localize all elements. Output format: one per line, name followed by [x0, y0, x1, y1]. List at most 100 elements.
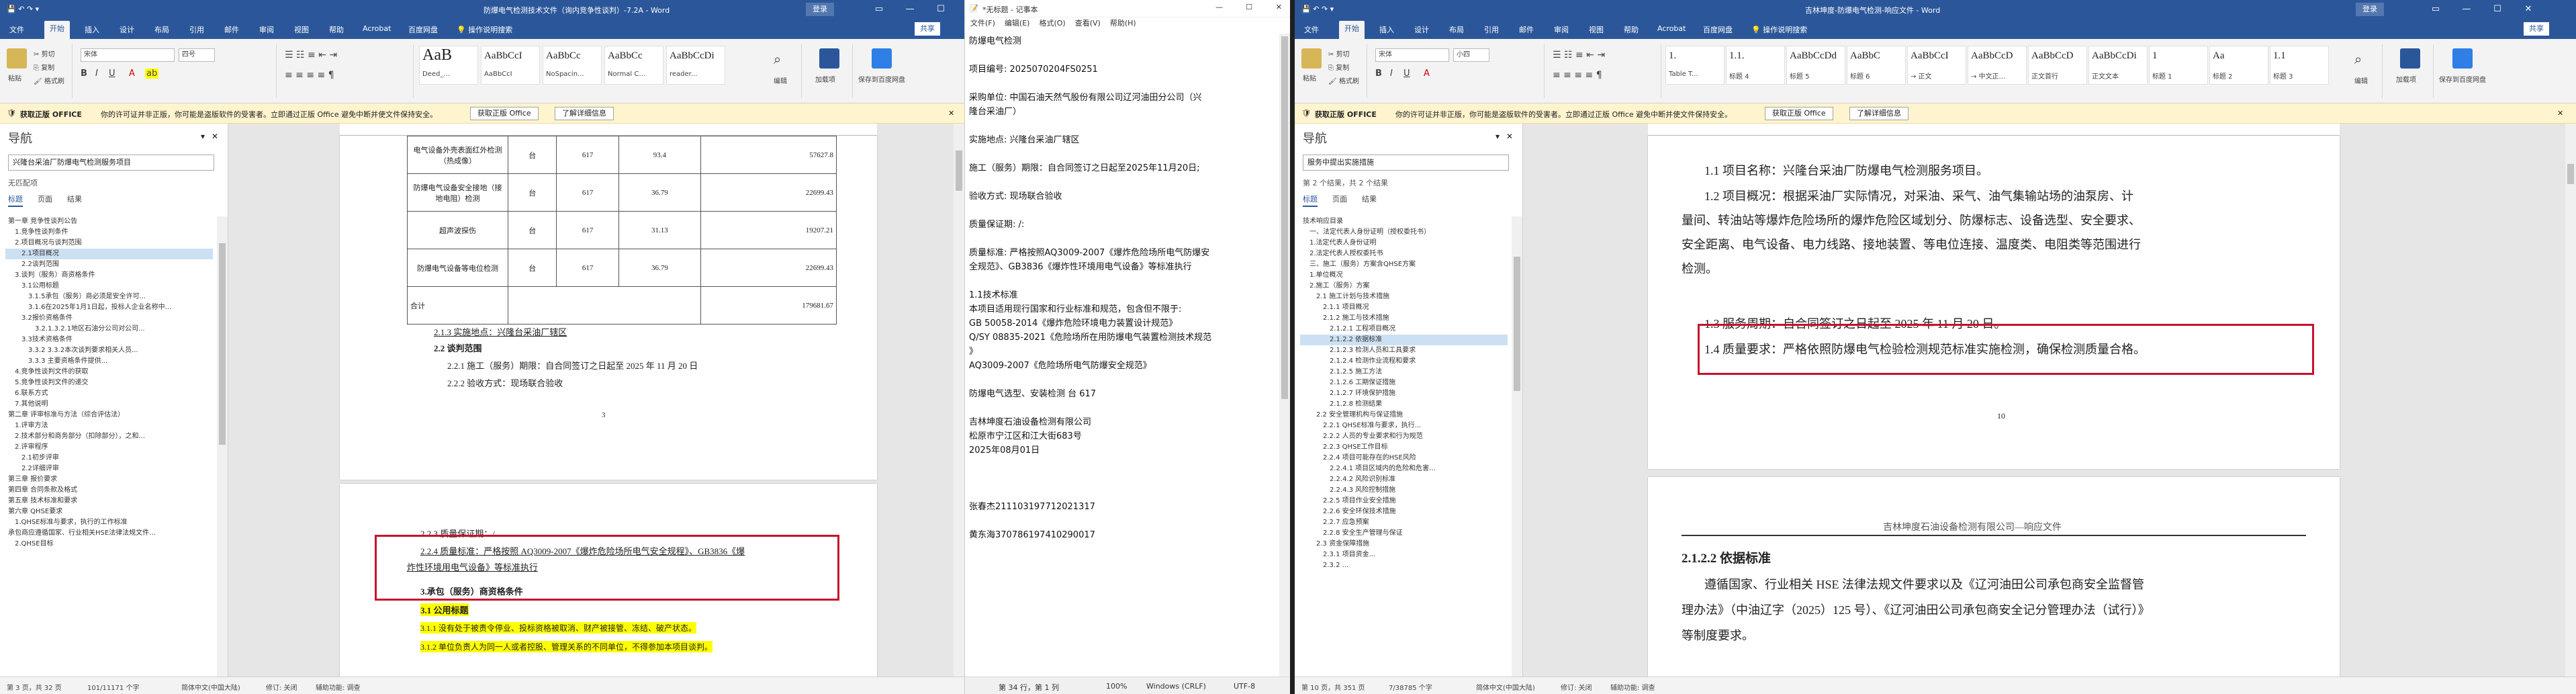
learn-more-button[interactable]: 了解详细信息 — [555, 107, 614, 120]
notepad-text-area[interactable]: 防爆电气检测 项目编号: 2025070204FS0251 采购单位: 中国石油天然… — [969, 34, 1277, 675]
get-office-button[interactable]: 获取正版 Office — [470, 107, 539, 120]
style-5[interactable]: AaBbCcDi reader... — [666, 46, 725, 85]
cloud-icon[interactable] — [872, 48, 892, 69]
signin-button[interactable]: 登录 — [806, 3, 834, 16]
nav-outline-item[interactable]: 2.1.2.7 环境保护措施 — [1300, 388, 1508, 399]
nav-outline-item[interactable]: 1.法定代表人身份证明 — [1300, 238, 1508, 249]
nav-outline-item[interactable]: 5.竞争性谈判文件的递交 — [5, 378, 213, 388]
style-3[interactable]: AaBbCc NoSpacin... — [543, 46, 602, 85]
nav-outline-item[interactable]: 3.2报价资格条件 — [5, 313, 213, 324]
doc-scrollbar[interactable] — [954, 124, 964, 677]
nav-outline-item[interactable]: 2.2.5 项目作业安全措施 — [1300, 496, 1508, 507]
nav-outline-item[interactable]: 3.2.1.3.2.1地区石油分公司对公司... — [5, 324, 213, 335]
status-lang[interactable]: 简体中文(中国大陆) — [1476, 682, 1535, 692]
nav-outline-item[interactable]: 2.1 施工计划与技术措施 — [1300, 292, 1508, 302]
status-track[interactable]: 修订: 关闭 — [266, 682, 297, 692]
font-size-select[interactable]: 小四 — [1453, 48, 1489, 62]
nav-outline-item[interactable]: 2.2.4.2 风险识别标准 — [1300, 474, 1508, 485]
style-2[interactable]: AaBbCcI AaBbCcI — [481, 46, 540, 85]
tab-layout[interactable]: 布局 — [154, 24, 169, 35]
status-words[interactable]: 7/38785 个字 — [1389, 682, 1432, 692]
tab-help[interactable]: 帮助 — [329, 24, 344, 35]
nav-tab-results[interactable]: 结果 — [67, 195, 82, 204]
tab-file[interactable]: 文件 — [1304, 24, 1319, 35]
nav-outline-item[interactable]: 承包商应遵循国家、行业相关HSE法律法规文件... — [5, 528, 213, 539]
nav-outline-item[interactable]: 2.3.1 项目资金... — [1300, 550, 1508, 560]
tab-view[interactable]: 视图 — [1589, 24, 1604, 35]
np-menu-view[interactable]: 查看(V) — [1075, 19, 1101, 28]
nav-tab-headings[interactable]: 标题 — [8, 195, 23, 207]
font-name-select[interactable]: 宋体 — [1375, 48, 1449, 62]
style-7[interactable]: AaBbCcD 正文首行 — [2028, 46, 2087, 85]
nav-outline-item[interactable]: 2.1.2.8 检测结果 — [1300, 399, 1508, 410]
style-5[interactable]: AaBbCcI → 正文 — [1907, 46, 1966, 85]
find-icon[interactable]: ⌕ — [2354, 51, 2362, 67]
tab-view[interactable]: 视图 — [294, 24, 309, 35]
font-color-icon[interactable]: A — [129, 69, 135, 79]
doc-scroll-thumb[interactable] — [956, 150, 962, 191]
nav-outline-item[interactable]: 2.2.7 应急预案 — [1300, 517, 1508, 528]
style-11[interactable]: 1.1 标题 3 — [2270, 46, 2329, 85]
np-menu-format[interactable]: 格式(O) — [1039, 19, 1065, 28]
nav-outline-item[interactable]: 2.2.1 QHSE标准与要求，执行... — [1300, 421, 1508, 431]
status-words[interactable]: 101/11171 个字 — [87, 682, 139, 692]
tab-acrobat[interactable]: Acrobat — [1657, 24, 1686, 33]
nav-outline-item[interactable]: 2.2.6 安全环保技术措施 — [1300, 507, 1508, 517]
nav-outline-item[interactable]: 2.1.2.2 依据标准 — [1300, 335, 1508, 345]
nav-outline-item[interactable]: 第五章 技术标准和要求 — [5, 496, 213, 507]
notepad-maximize[interactable]: ☐ — [1246, 3, 1252, 11]
cut-button[interactable]: ✂ 剪切 — [1328, 48, 1350, 58]
nav-tab-pages[interactable]: 页面 — [1332, 195, 1347, 204]
nav-outline-item[interactable]: 2.2.2 人员的专业要求和行为规范 — [1300, 431, 1508, 442]
nav-outline-item[interactable]: 2.项目概况与谈判范围 — [5, 238, 213, 249]
cut-button[interactable]: ✂ 剪切 — [34, 48, 55, 58]
nav-close-icon[interactable]: ✕ — [1506, 132, 1513, 141]
status-page[interactable]: 第 10 页，共 351 页 — [1301, 682, 1365, 692]
nav-outline-item[interactable]: 6.联系方式 — [5, 388, 213, 399]
tab-mailings[interactable]: 邮件 — [1519, 24, 1534, 35]
minimize-button[interactable]: — — [2451, 0, 2482, 19]
doc-scrollbar[interactable] — [2565, 124, 2576, 677]
tab-mailings[interactable]: 邮件 — [224, 24, 239, 35]
nav-outline-item[interactable]: 第六章 QHSE要求 — [5, 507, 213, 517]
nav-outline-item[interactable]: 2.评审程序 — [5, 442, 213, 453]
learn-more-button[interactable]: 了解详细信息 — [1849, 107, 1908, 120]
cloud-icon[interactable] — [2452, 48, 2473, 69]
horizontal-ruler[interactable] — [1648, 124, 2340, 136]
notepad-scrollbar[interactable] — [1279, 34, 1290, 677]
nav-outline-item[interactable]: 2.1.2.6 工期保证措施 — [1300, 378, 1508, 388]
style-1[interactable]: AaB Deed_... — [419, 46, 478, 85]
font-size-select[interactable]: 四号 — [179, 48, 215, 62]
style-9[interactable]: 1 标题 1 — [2149, 46, 2208, 85]
format-painter-button[interactable]: 🖌 格式刷 — [1328, 75, 1359, 85]
nav-outline-item[interactable]: 2.1项目概况 — [5, 249, 213, 259]
nav-scroll-thumb[interactable] — [1514, 257, 1520, 391]
italic-icon[interactable]: I — [1390, 69, 1393, 79]
nav-scrollbar[interactable] — [217, 216, 228, 677]
nav-outline-item[interactable]: 技术响应目录 — [1300, 216, 1508, 227]
style-1[interactable]: 1. Table T... — [1665, 46, 1724, 85]
nav-outline-item[interactable]: 2.QHSE目标 — [5, 539, 213, 550]
style-3[interactable]: AaBbCcDd 标题 5 — [1786, 46, 1845, 85]
nav-outline-item[interactable]: 一、法定代表人身份证明（授权委托书） — [1300, 227, 1508, 238]
np-menu-edit[interactable]: 编辑(E) — [1005, 19, 1030, 28]
nav-scrollbar[interactable] — [1512, 216, 1522, 677]
nav-outline-item[interactable]: 2.2.3 QHSE工作目标 — [1300, 442, 1508, 453]
style-2[interactable]: 1.1. 标题 4 — [1726, 46, 1785, 85]
tab-review[interactable]: 审阅 — [259, 24, 274, 35]
notepad-scroll-thumb[interactable] — [1281, 36, 1288, 399]
maximize-button[interactable]: ☐ — [925, 0, 956, 19]
nav-outline-item[interactable]: 第一章 竞争性谈判公告 — [5, 216, 213, 227]
nav-search-input[interactable]: 服务中提出实施措施 — [1303, 155, 1509, 171]
status-access[interactable]: 辅助功能: 调查 — [316, 682, 361, 692]
nav-outline-item[interactable]: 2.2 安全管理机构与保证措施 — [1300, 410, 1508, 421]
notepad-minimize[interactable]: — — [1215, 3, 1223, 11]
nav-tab-headings[interactable]: 标题 — [1303, 195, 1318, 207]
infobar-close-icon[interactable]: ✕ — [2557, 109, 2563, 118]
ribbon-display-icon[interactable]: ▭ — [2420, 0, 2451, 19]
tab-home[interactable]: 开始 — [1339, 21, 1365, 39]
nav-outline-item[interactable]: 2.施工（服务）方案 — [1300, 281, 1508, 292]
underline-icon[interactable]: U — [109, 69, 116, 79]
maximize-button[interactable]: ☐ — [2482, 0, 2513, 19]
nav-outline-item[interactable]: 第三章 报价要求 — [5, 474, 213, 485]
